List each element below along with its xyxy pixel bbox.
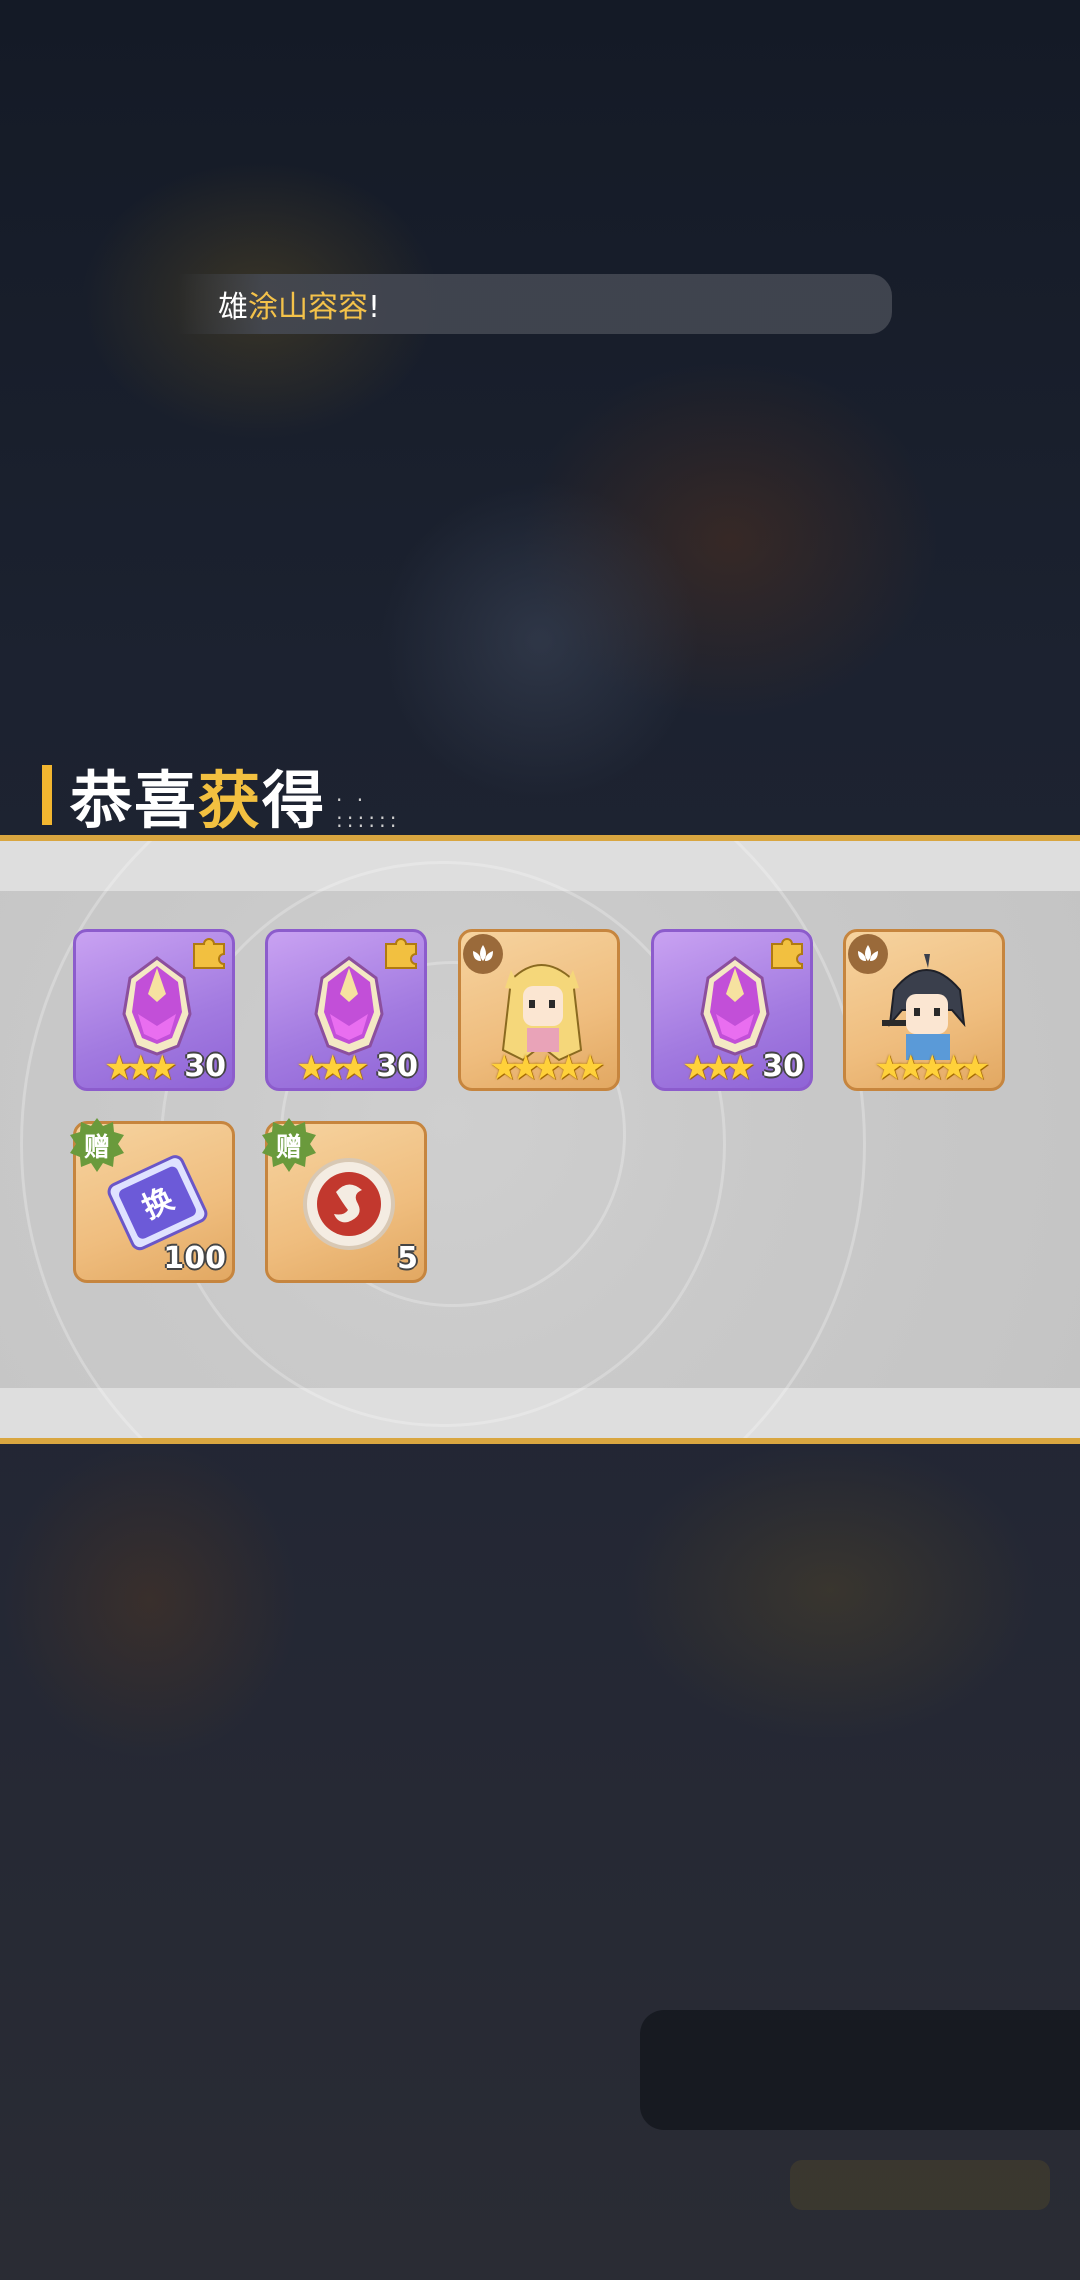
lotus-icon	[463, 934, 503, 974]
gift-badge: 赠	[68, 1116, 126, 1174]
star-rating: ★★★	[104, 1048, 178, 1088]
reward-item-helmet[interactable]: ★★★ 30	[73, 929, 235, 1091]
banner-hero-name: 涂山容容	[248, 290, 368, 325]
reward-panel: ★★★ 30 ★★★ 30 ★★★★★ ★★★ 30 ★★★★★ 换 赠 100…	[0, 841, 1080, 1438]
banner-prefix: 雄	[218, 290, 248, 325]
item-count: 5	[397, 1241, 418, 1276]
gift-badge: 赠	[260, 1116, 318, 1174]
background-character	[380, 480, 700, 800]
background-glow	[620, 1440, 1040, 1740]
item-count: 100	[163, 1241, 226, 1276]
item-count: 30	[762, 1049, 804, 1084]
background-glow	[0, 1440, 300, 1760]
star-rating: ★★★	[682, 1048, 756, 1088]
panel-border-bottom	[0, 1438, 1080, 1444]
title-part-2: 获	[198, 764, 263, 837]
title-text: 恭喜获得	[70, 750, 326, 840]
item-count: 30	[184, 1049, 226, 1084]
title-decoration-dots: · ·::::::	[336, 788, 401, 832]
reward-item-exchange-ticket[interactable]: 换 赠 100	[70, 1118, 235, 1283]
reward-item-dragon-token[interactable]: 赠 5	[262, 1118, 427, 1283]
star-rating: ★★★	[296, 1048, 370, 1088]
background-button	[790, 2160, 1050, 2210]
puzzle-piece-icon	[771, 938, 803, 969]
item-count: 30	[376, 1049, 418, 1084]
helmet-icon	[700, 956, 770, 1056]
title-part-3: 得	[262, 764, 327, 837]
title-accent-bar	[42, 765, 52, 825]
star-rating: ★★★★★	[874, 1048, 990, 1088]
helmet-icon	[122, 956, 192, 1056]
star-rating: ★★★★★	[489, 1048, 605, 1088]
helmet-icon	[314, 956, 384, 1056]
banner-suffix: !	[368, 290, 381, 325]
notification-banner: 雄涂山容容!	[178, 274, 892, 334]
reward-item-hero[interactable]: ★★★★★	[458, 929, 620, 1091]
gift-badge-text: 赠	[83, 1132, 110, 1163]
reward-item-hero[interactable]: ★★★★★	[843, 929, 1005, 1091]
title-part-1: 恭喜	[70, 764, 199, 837]
reward-item-helmet[interactable]: ★★★ 30	[651, 929, 813, 1091]
puzzle-piece-icon	[193, 938, 225, 969]
reward-item-helmet[interactable]: ★★★ 30	[265, 929, 427, 1091]
background-dialog-box	[640, 2010, 1080, 2130]
gift-badge-text: 赠	[275, 1132, 302, 1163]
reward-title: 恭喜获得 · ·::::::	[42, 760, 401, 837]
puzzle-piece-icon	[385, 938, 417, 969]
lotus-icon	[848, 934, 888, 974]
banner-text: 雄涂山容容!	[218, 282, 380, 326]
